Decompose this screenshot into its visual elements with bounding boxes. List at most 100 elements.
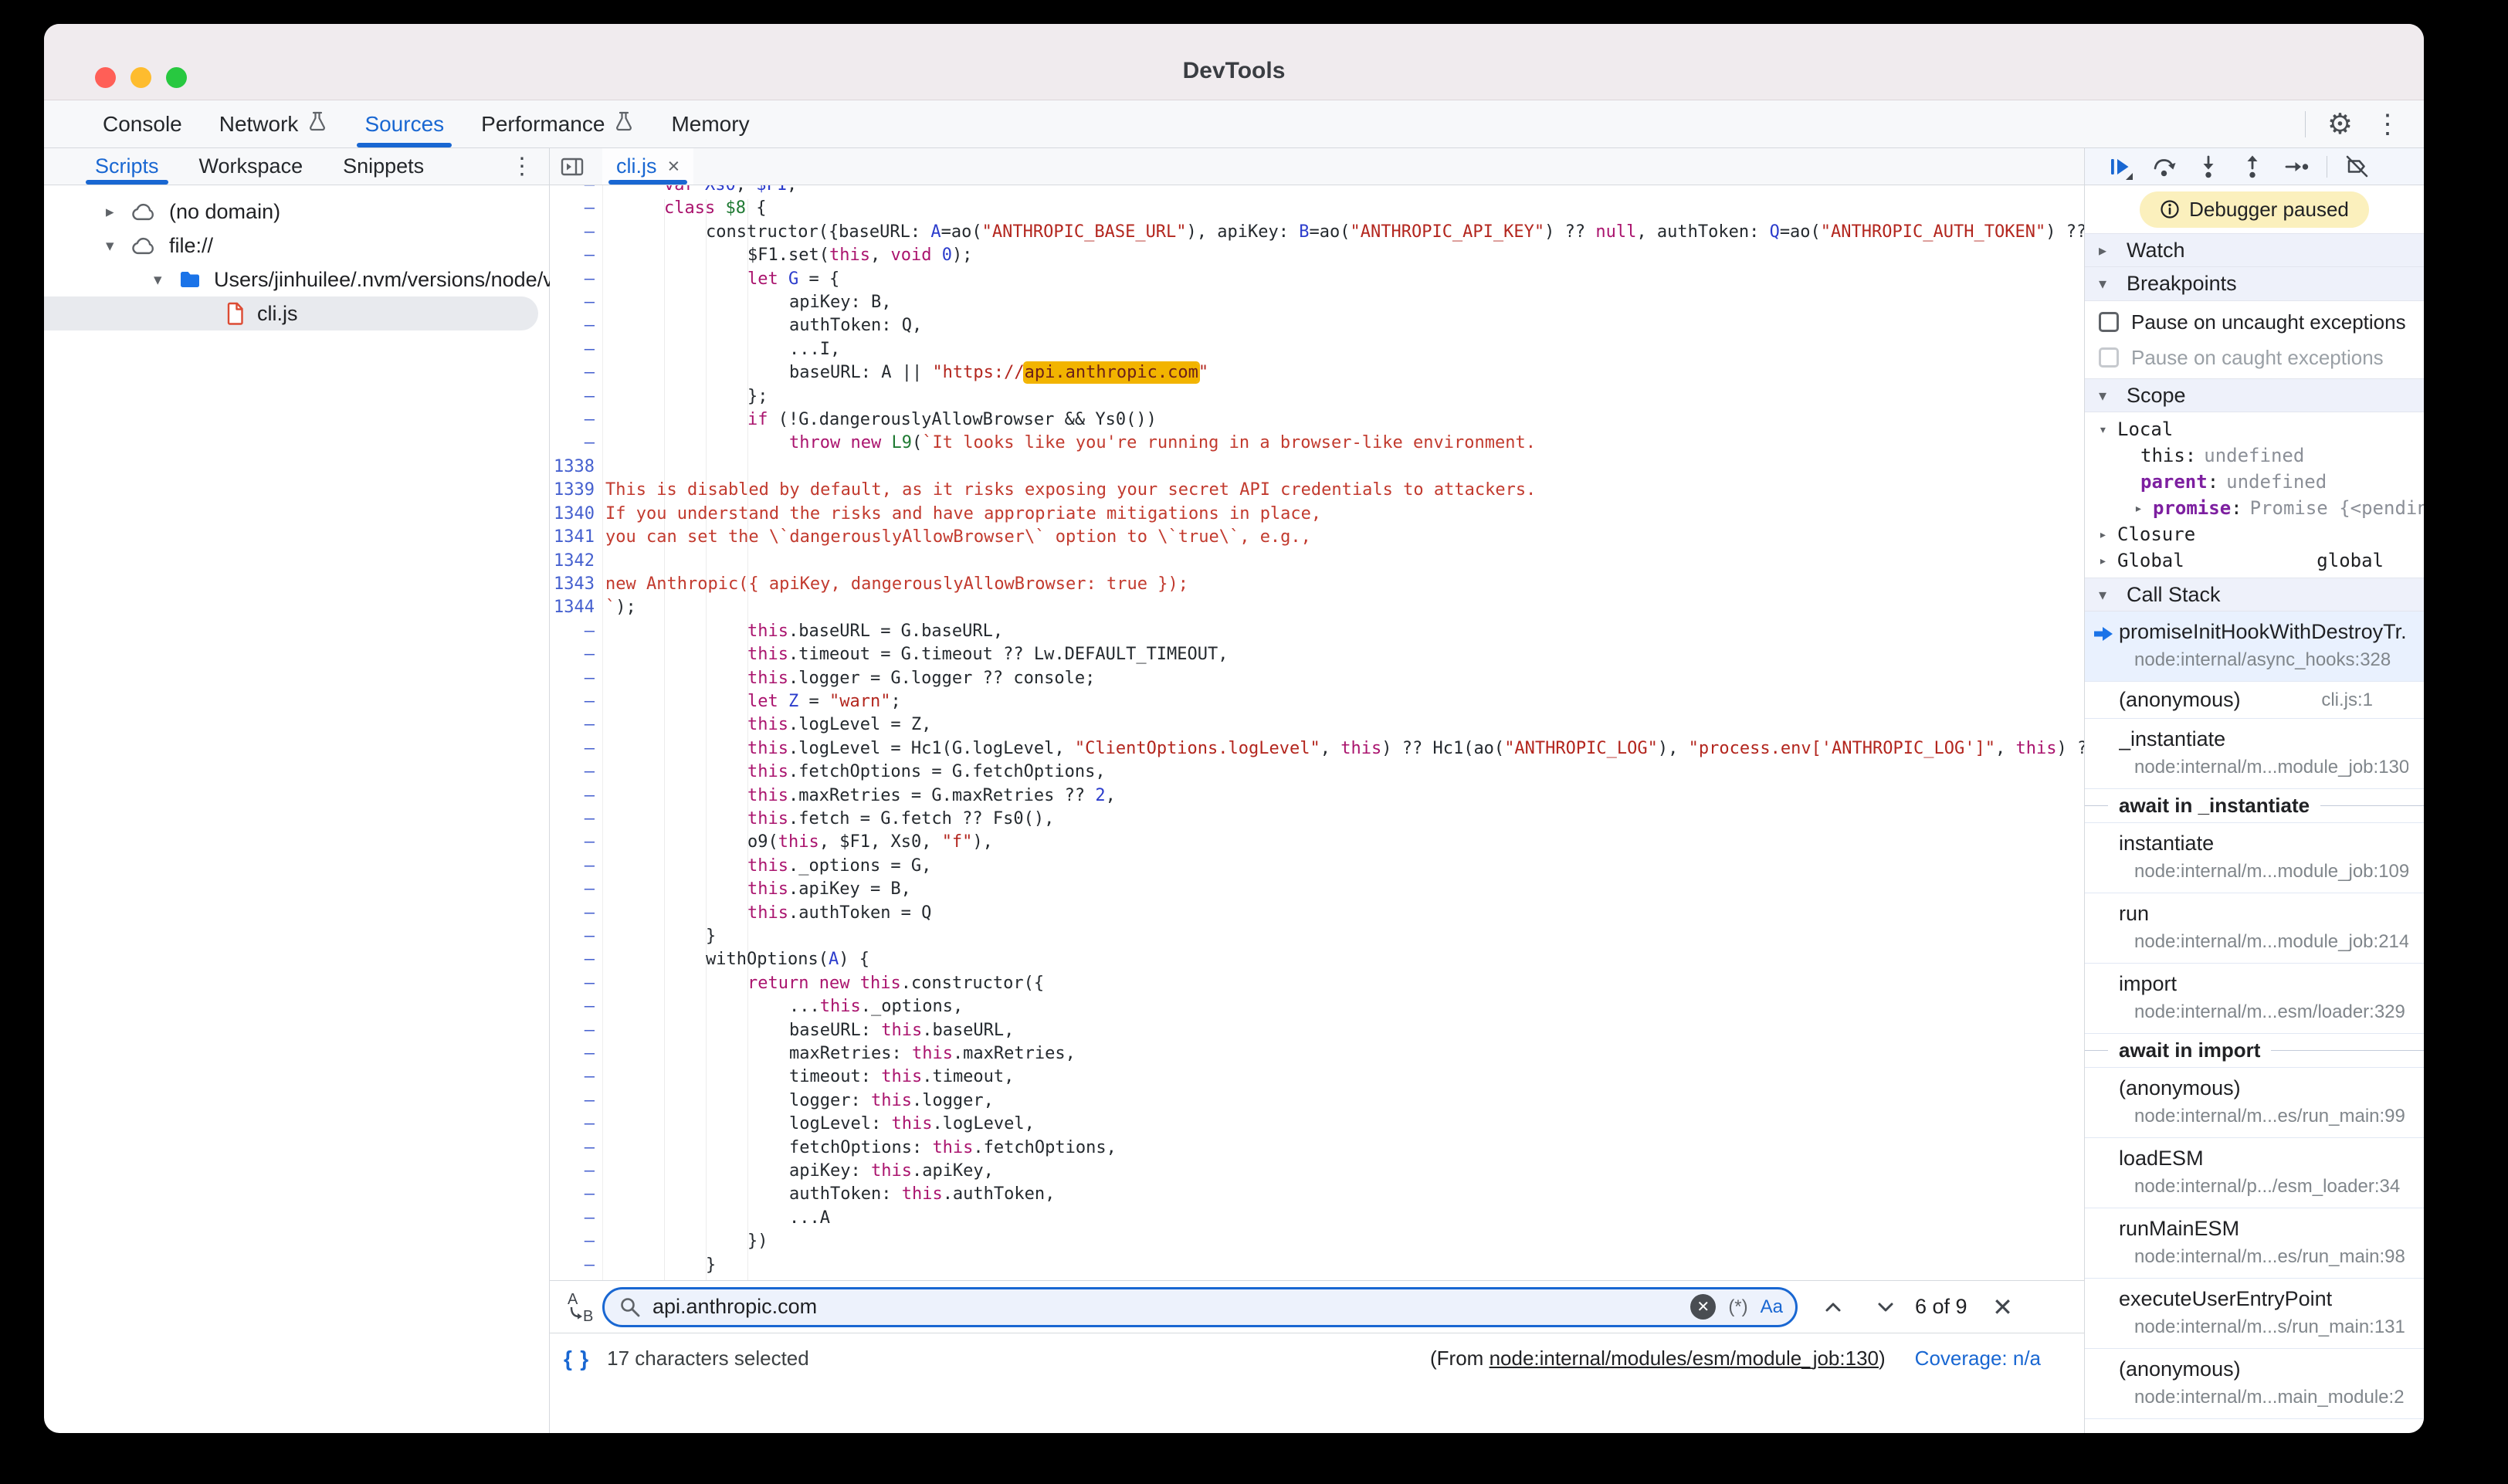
- code-line[interactable]: –this.apiKey = B,: [550, 878, 2084, 901]
- close-tab-icon[interactable]: ×: [668, 154, 680, 178]
- gutter-line-number[interactable]: –: [550, 902, 602, 925]
- clear-search-icon[interactable]: ✕: [1690, 1294, 1716, 1320]
- gutter-line-number[interactable]: –: [550, 291, 602, 314]
- call-stack-frame[interactable]: _instantiatenode:internal/m...module_job…: [2085, 719, 2424, 789]
- gutter-line-number[interactable]: –: [550, 1254, 602, 1277]
- code-line[interactable]: –this.fetch = G.fetch ?? Fs0(),: [550, 808, 2084, 831]
- code-line[interactable]: –this.maxRetries = G.maxRetries ?? 2,: [550, 784, 2084, 808]
- call-stack-frame[interactable]: loadESMnode:internal/p.../esm_loader:34: [2085, 1138, 2424, 1208]
- code-line[interactable]: –return new this.constructor({: [550, 972, 2084, 995]
- close-find-bar-icon[interactable]: ✕: [1986, 1293, 2020, 1322]
- code-line[interactable]: –};: [550, 385, 2084, 408]
- settings-gear-icon[interactable]: ⚙: [2327, 110, 2353, 138]
- gutter-line-number[interactable]: –: [550, 713, 602, 737]
- gutter-line-number[interactable]: –: [550, 995, 602, 1018]
- gutter-line-number[interactable]: –: [550, 314, 602, 337]
- gutter-line-number[interactable]: –: [550, 808, 602, 831]
- call-stack-frame[interactable]: (anonymous)node:internal/m...es/run_main…: [2085, 1068, 2424, 1138]
- section-scope[interactable]: ▾ Scope: [2085, 378, 2424, 412]
- code-line[interactable]: –baseURL: this.baseURL,: [550, 1019, 2084, 1042]
- code-line[interactable]: –let Z = "warn";: [550, 690, 2084, 713]
- toolbar-tab-sources[interactable]: Sources: [346, 100, 463, 147]
- chevron-right-icon[interactable]: ▸: [2099, 553, 2117, 569]
- gutter-line-number[interactable]: –: [550, 1207, 602, 1230]
- code-line[interactable]: –this.timeout = G.timeout ?? Lw.DEFAULT_…: [550, 643, 2084, 666]
- chevron-right-icon[interactable]: ▸: [2099, 527, 2117, 543]
- gutter-line-number[interactable]: –: [550, 925, 602, 948]
- code-line[interactable]: –class $8 {: [550, 197, 2084, 220]
- toolbar-tab-network[interactable]: Network: [201, 100, 347, 147]
- code-line[interactable]: –this.fetchOptions = G.fetchOptions,: [550, 761, 2084, 784]
- code-line[interactable]: –...I,: [550, 338, 2084, 361]
- code-line[interactable]: –fetchOptions: this.fetchOptions,: [550, 1137, 2084, 1160]
- chevron-right-icon[interactable]: ▸: [2134, 500, 2153, 517]
- gutter-line-number[interactable]: –: [550, 1019, 602, 1042]
- gutter-line-number[interactable]: –: [550, 338, 602, 361]
- section-breakpoints[interactable]: ▾ Breakpoints: [2085, 267, 2424, 301]
- regex-toggle[interactable]: (*): [1728, 1296, 1747, 1318]
- code-line[interactable]: –throw new L9(`It looks like you're runn…: [550, 432, 2084, 455]
- gutter-line-number[interactable]: 1338: [550, 456, 602, 479]
- gutter-line-number[interactable]: –: [550, 855, 602, 878]
- gutter-line-number[interactable]: –: [550, 972, 602, 995]
- call-stack-frame[interactable]: promiseInitHookWithDestroyTr...node:inte…: [2085, 612, 2424, 682]
- gutter-line-number[interactable]: –: [550, 1137, 602, 1160]
- gutter-line-number[interactable]: –: [550, 385, 602, 408]
- gutter-line-number[interactable]: –: [550, 361, 602, 385]
- match-case-toggle[interactable]: Aa: [1761, 1296, 1783, 1318]
- chevron-right-icon[interactable]: ▸: [106, 202, 130, 222]
- gutter-line-number[interactable]: –: [550, 737, 602, 761]
- gutter-line-number[interactable]: –: [550, 432, 602, 455]
- gutter-line-number[interactable]: 1340: [550, 503, 602, 526]
- code-line[interactable]: 1343new Anthropic({ apiKey, dangerouslyA…: [550, 573, 2084, 596]
- tree-item--no-domain-[interactable]: ▸(no domain): [44, 195, 549, 229]
- pause-on-uncaught-exceptions-checkbox[interactable]: [2099, 312, 2119, 332]
- call-stack-frame[interactable]: runMainESMnode:internal/m...es/run_main:…: [2085, 1208, 2424, 1279]
- gutter-line-number[interactable]: –: [550, 1183, 602, 1206]
- find-previous-button[interactable]: [1816, 1290, 1850, 1324]
- gutter-line-number[interactable]: 1343: [550, 573, 602, 596]
- chevron-down-icon[interactable]: ▾: [106, 236, 130, 256]
- gutter-line-number[interactable]: –: [550, 667, 602, 690]
- gutter-line-number[interactable]: –: [550, 1230, 602, 1253]
- code-line[interactable]: 1338: [550, 456, 2084, 479]
- pause-on-caught-exceptions-checkbox[interactable]: [2099, 347, 2119, 368]
- step-into-button[interactable]: [2194, 153, 2222, 181]
- code-line[interactable]: –constructor({baseURL: A=ao("ANTHROPIC_B…: [550, 221, 2084, 244]
- code-line[interactable]: –apiKey: this.apiKey,: [550, 1160, 2084, 1183]
- gutter-line-number[interactable]: –: [550, 408, 602, 432]
- toolbar-tab-performance[interactable]: Performance: [463, 100, 652, 147]
- code-line[interactable]: –logLevel: this.logLevel,: [550, 1113, 2084, 1136]
- gutter-line-number[interactable]: –: [550, 221, 602, 244]
- code-line[interactable]: 1339This is disabled by default, as it r…: [550, 479, 2084, 502]
- code-line[interactable]: 1341you can set the \`dangerouslyAllowBr…: [550, 526, 2084, 549]
- tree-item-cli-js[interactable]: cli.js: [44, 296, 538, 330]
- gutter-line-number[interactable]: –: [550, 784, 602, 808]
- code-line[interactable]: –this._options = G,: [550, 855, 2084, 878]
- source-link[interactable]: node:internal/modules/esm/module_job:130: [1490, 1347, 1879, 1370]
- navigator-tab-scripts[interactable]: Scripts: [75, 148, 179, 185]
- find-next-button[interactable]: [1869, 1290, 1903, 1324]
- call-stack-frame[interactable]: (anonymous)node:internal/m...main_module…: [2085, 1349, 2424, 1419]
- code-line[interactable]: –o9(this, $F1, Xs0, "f"),: [550, 831, 2084, 854]
- gutter-line-number[interactable]: –: [550, 1089, 602, 1113]
- code-line[interactable]: 1344`);: [550, 596, 2084, 619]
- gutter-line-number[interactable]: –: [550, 948, 602, 971]
- code-line[interactable]: –this.authToken = Q: [550, 902, 2084, 925]
- code-line[interactable]: –withOptions(A) {: [550, 948, 2084, 971]
- gutter-line-number[interactable]: –: [550, 831, 602, 854]
- gutter-line-number[interactable]: 1339: [550, 479, 602, 502]
- gutter-line-number[interactable]: 1342: [550, 550, 602, 573]
- chevron-down-icon[interactable]: ▾: [2099, 422, 2117, 438]
- code-line[interactable]: –if (!G.dangerouslyAllowBrowser && Ys0()…: [550, 408, 2084, 432]
- chevron-down-icon[interactable]: ▾: [154, 270, 178, 290]
- code-line[interactable]: –}: [550, 925, 2084, 948]
- code-line[interactable]: –var Xs0, $F1;: [550, 185, 2084, 197]
- code-line[interactable]: –$F1.set(this, void 0);: [550, 244, 2084, 267]
- pretty-print-icon[interactable]: { }: [564, 1347, 591, 1371]
- gutter-line-number[interactable]: –: [550, 643, 602, 666]
- replace-toggle-icon[interactable]: AB: [562, 1289, 598, 1325]
- code-editor[interactable]: –var Xs0, $F1;–class $8 {–constructor({b…: [550, 185, 2084, 1280]
- scope-group-local[interactable]: ▾Local: [2085, 416, 2424, 442]
- gutter-line-number[interactable]: –: [550, 1113, 602, 1136]
